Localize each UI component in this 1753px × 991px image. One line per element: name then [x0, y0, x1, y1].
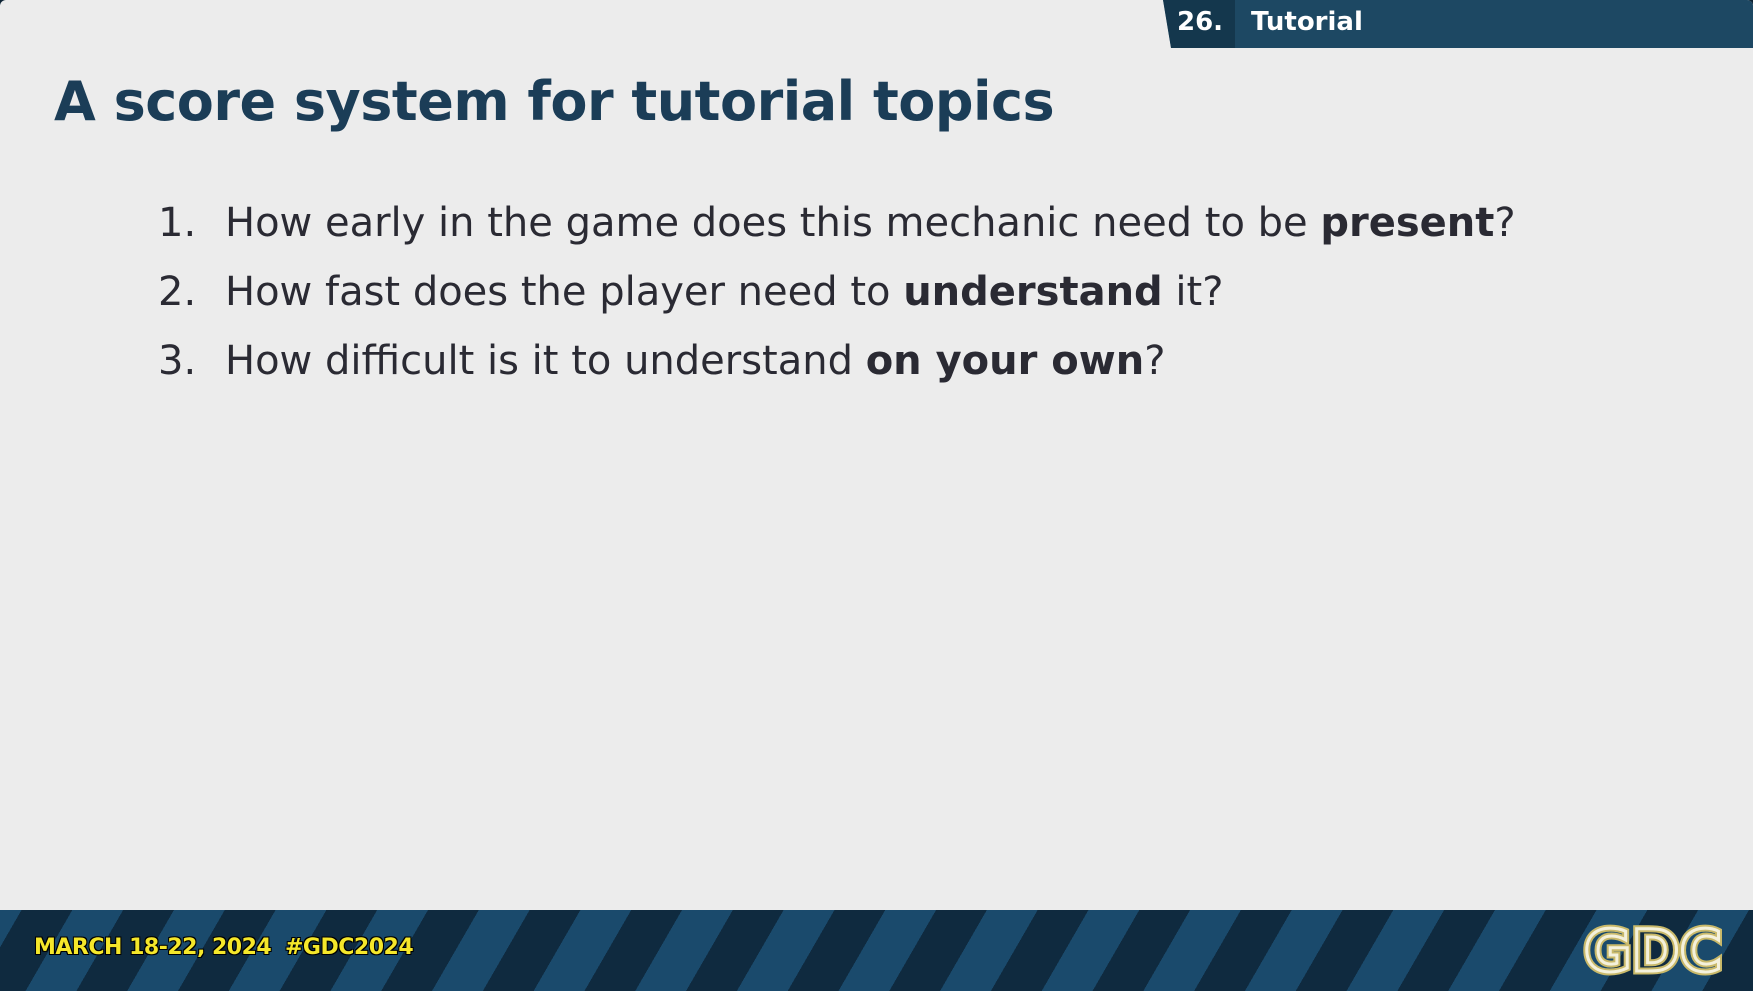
section-tab: 26. Tutorial — [1163, 0, 1753, 48]
question-text: How fast does the player need to — [225, 269, 904, 315]
gdc-logo-icon: GDC GDC — [1580, 915, 1725, 985]
question-item: 2. How fast does the player need to under… — [158, 269, 1516, 338]
question-text: How early in the game does this mechanic… — [225, 200, 1321, 246]
question-number: 1. — [158, 200, 197, 246]
question-item: 1. How early in the game does this mechan… — [158, 200, 1516, 269]
question-item: 3. How difficult is it to understand on y… — [158, 338, 1516, 407]
question-suffix: it? — [1162, 269, 1224, 315]
event-date: MARCH 18-22, 2024 — [34, 935, 272, 960]
question-text: How difficult is it to understand — [225, 338, 866, 384]
section-label: Tutorial — [1251, 7, 1363, 37]
presentation-frame: 26. Tutorial A score system for tutorial… — [0, 0, 1753, 991]
question-emphasis: present — [1320, 200, 1495, 246]
question-list: 1. How early in the game does this mechan… — [158, 200, 1516, 407]
event-footer: MARCH 18-22, 2024 #GDC2024 GDC GDC — [0, 910, 1753, 991]
question-suffix: ? — [1494, 200, 1516, 246]
svg-text:GDC: GDC — [1584, 917, 1722, 985]
slide: 26. Tutorial A score system for tutorial… — [0, 0, 1753, 910]
slide-title: A score system for tutorial topics — [54, 70, 1055, 133]
question-emphasis: understand — [903, 269, 1163, 315]
question-emphasis: on your own — [865, 338, 1145, 384]
question-number: 3. — [158, 338, 197, 384]
event-hashtag: #GDC2024 — [285, 935, 414, 960]
section-number: 26. — [1177, 7, 1224, 37]
question-number: 2. — [158, 269, 197, 315]
section-number-badge: 26. — [1163, 0, 1235, 48]
question-suffix: ? — [1144, 338, 1166, 384]
